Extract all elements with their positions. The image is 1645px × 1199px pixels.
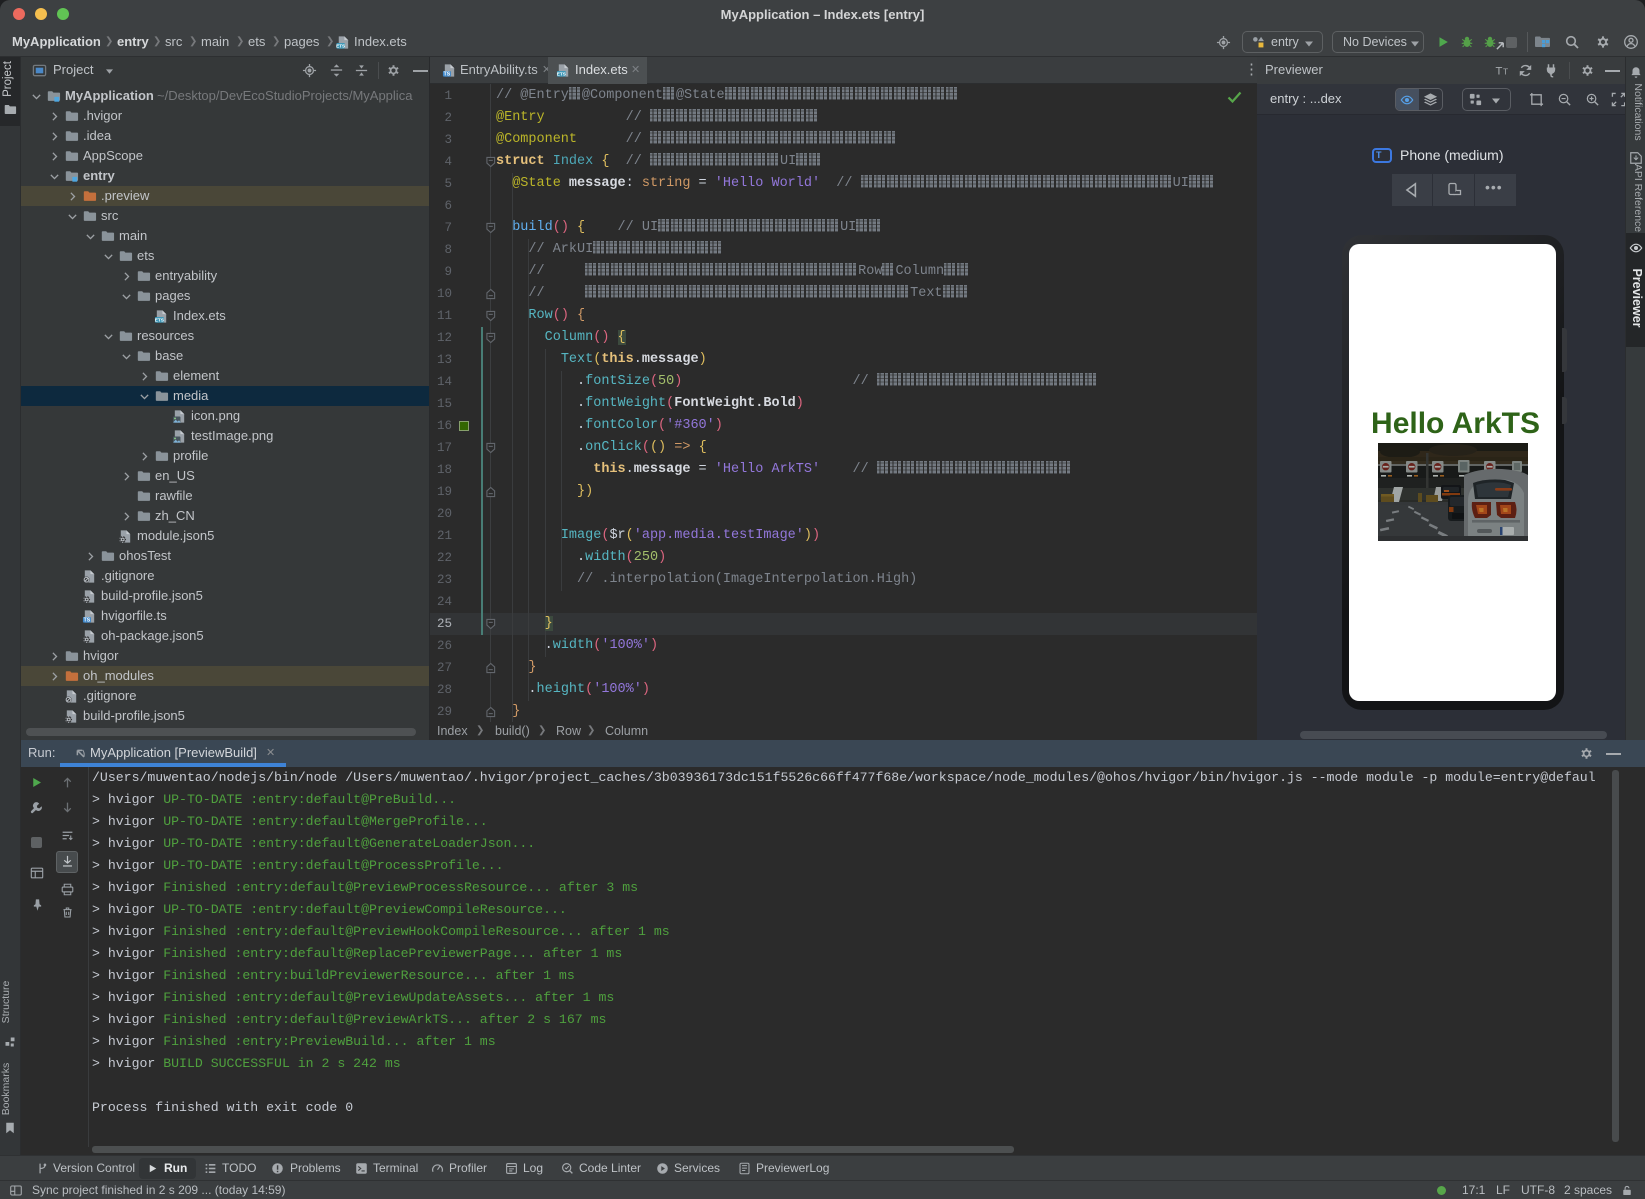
svg-text:ETS: ETS: [336, 43, 345, 48]
svg-text:TS: TS: [84, 617, 91, 623]
svg-text:TS: TS: [444, 71, 451, 77]
svg-text:ETS: ETS: [155, 317, 164, 322]
svg-text:ETS: ETS: [557, 71, 566, 76]
svg-text:T: T: [1495, 65, 1502, 77]
svg-text:T: T: [1503, 66, 1508, 76]
